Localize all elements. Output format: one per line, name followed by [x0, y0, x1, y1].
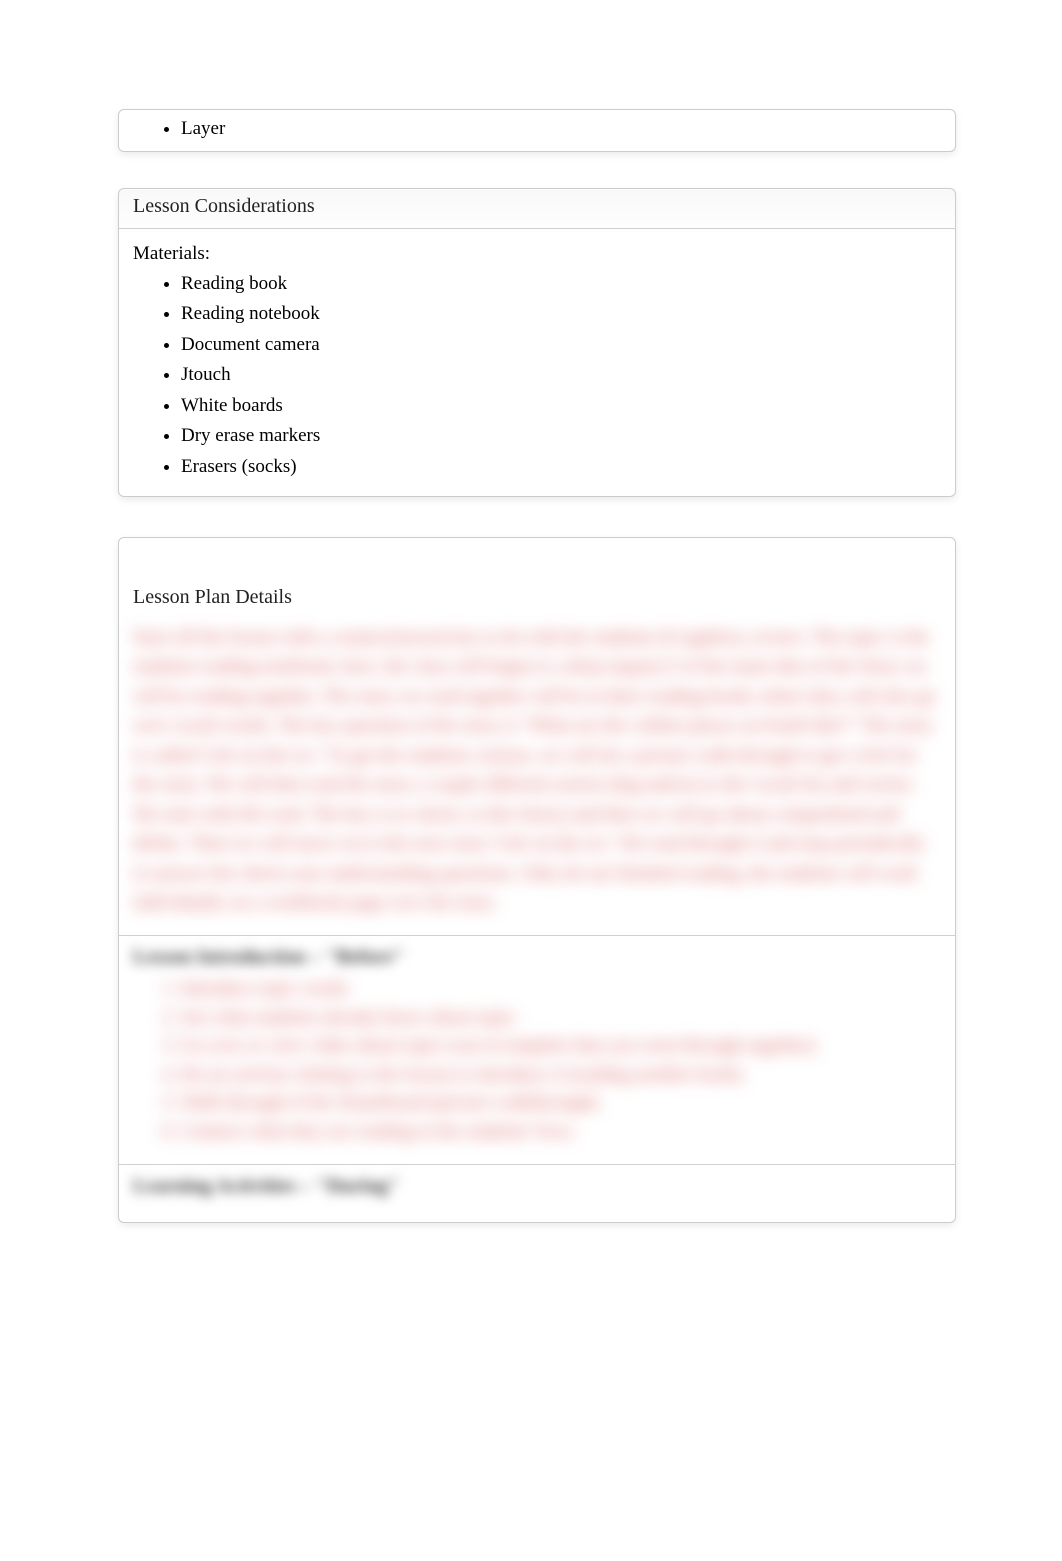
list-item: Jtouch [181, 360, 941, 391]
vocabulary-box: Layer [118, 109, 956, 152]
list-item: Document camera [181, 330, 941, 361]
materials-label: Materials: [133, 243, 941, 265]
list-item: Walk through of the Smartboard (picture … [181, 1089, 941, 1118]
list-item: Reading book [181, 269, 941, 300]
list-item: Do an activity relating to the lesson to… [181, 1061, 941, 1090]
list-item: Connect what they are reading in the stu… [181, 1118, 941, 1147]
details-heading: Lesson Plan Details [119, 538, 955, 615]
considerations-box: Lesson Considerations Materials: Reading… [118, 188, 956, 498]
intro-steps-container: Introduce topic words See what students … [119, 975, 955, 1160]
list-item: White boards [181, 391, 941, 422]
intro-subheading: Lesson Introduction – "Before" [119, 940, 955, 975]
lesson-details-box: Lesson Plan Details Start off the lesson… [118, 537, 956, 1223]
activities-subheading: Learning Activities – "During" [119, 1169, 955, 1222]
list-item: Dry erase markers [181, 421, 941, 452]
lesson-intro-paragraph: Start off the lesson with a connection/a… [119, 615, 955, 931]
list-item: Reading notebook [181, 299, 941, 330]
list-item: Erasers (socks) [181, 452, 941, 483]
list-item: See what students already know about top… [181, 1004, 941, 1033]
considerations-heading: Lesson Considerations [119, 189, 955, 224]
materials-list: Reading book Reading notebook Document c… [133, 269, 941, 483]
vocab-item: Layer [181, 114, 941, 145]
vocab-label: Layer [181, 118, 225, 139]
list-item: Introduce topic words [181, 975, 941, 1004]
list-item: Go over or view video about topic (can i… [181, 1032, 941, 1061]
intro-steps-list: Introduce topic words See what students … [133, 975, 941, 1146]
